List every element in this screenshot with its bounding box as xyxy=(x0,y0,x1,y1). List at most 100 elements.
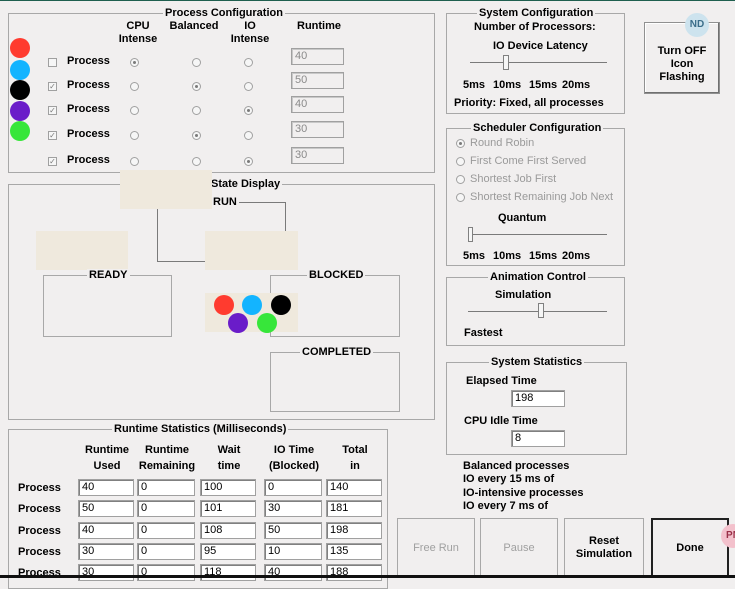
latency-label: IO Device Latency xyxy=(493,40,588,52)
process-row-label: Process xyxy=(67,55,110,67)
simulation-label: Simulation xyxy=(495,289,552,301)
process-runtime-field[interactable]: 40 xyxy=(291,96,344,113)
stats-column-header: Wait time xyxy=(217,444,241,472)
process-type-radio-io[interactable] xyxy=(244,131,253,140)
quantum-slider-track[interactable] xyxy=(468,234,607,235)
scheduler-option-radio[interactable] xyxy=(456,193,465,202)
done-button[interactable]: Done xyxy=(651,518,729,578)
process-runtime-field[interactable]: 30 xyxy=(291,121,344,138)
stats-cell: 50 xyxy=(264,522,322,539)
slider-tick-label: 10ms xyxy=(493,250,522,262)
slider-tick-label: 20ms xyxy=(562,250,591,262)
process-runtime-field[interactable]: 50 xyxy=(291,72,344,89)
stats-cell: 0 xyxy=(137,564,195,581)
process-type-radio-cpu[interactable] xyxy=(130,82,139,91)
process-type-radio-io[interactable] xyxy=(244,157,253,166)
window-top-edge xyxy=(0,0,735,1)
process-type-radio-balanced[interactable] xyxy=(192,157,201,166)
process-row-label: Process xyxy=(67,128,110,140)
reset-simulation-button[interactable]: Reset Simulation xyxy=(564,518,644,578)
process-row-label: Process xyxy=(67,154,110,166)
latency-slider-thumb[interactable] xyxy=(503,55,509,70)
process-type-radio-cpu[interactable] xyxy=(130,131,139,140)
process-type-radio-balanced[interactable] xyxy=(192,131,201,140)
free-run-button[interactable]: Free Run xyxy=(397,518,475,578)
process-enable-checkbox[interactable] xyxy=(48,58,57,67)
speed-slider-thumb[interactable] xyxy=(538,303,544,318)
process-enable-checkbox[interactable]: ✓ xyxy=(48,106,57,115)
scheduler-option-radio[interactable] xyxy=(456,139,465,148)
blocked-process-icon xyxy=(271,295,291,315)
stats-cell: 118 xyxy=(200,564,256,581)
state-display-title: State Display xyxy=(209,178,283,190)
ready-box xyxy=(43,275,172,337)
scheduler-title: Scheduler Configuration xyxy=(471,122,604,134)
blocked-process-icon xyxy=(242,295,262,315)
processors-label: Number of Processors: xyxy=(474,21,596,33)
pause-label: Pause xyxy=(503,541,535,554)
process-type-radio-balanced[interactable] xyxy=(192,82,201,91)
blocked-process-icon xyxy=(257,313,277,333)
stats-cell: 30 xyxy=(78,543,134,560)
slider-tick-label: 15ms xyxy=(529,250,558,262)
slider-tick-label: 20ms xyxy=(562,79,591,91)
completed-label: COMPLETED xyxy=(300,346,374,358)
process-type-radio-cpu[interactable] xyxy=(130,157,139,166)
process-type-radio-io[interactable] xyxy=(244,82,253,91)
turn-off-flashing-button[interactable]: Turn OFF Icon Flashing xyxy=(644,22,720,94)
process-config-title: Process Configuration xyxy=(163,7,285,19)
slider-tick-label: 5ms xyxy=(463,250,486,262)
process-color-icon xyxy=(10,38,30,58)
col-cpu-intense: CPU Intense xyxy=(118,20,158,45)
process-row-label: Process xyxy=(67,103,110,115)
run-label: RUN xyxy=(211,196,239,208)
blocked-transition-slot xyxy=(205,231,298,270)
stats-cell: 40 xyxy=(78,522,134,539)
process-type-radio-balanced[interactable] xyxy=(192,58,201,67)
process-type-radio-balanced[interactable] xyxy=(192,106,201,115)
quantum-slider-thumb[interactable] xyxy=(468,227,473,242)
stats-row-label: Process xyxy=(18,525,61,537)
runtime-stats-title: Runtime Statistics (Milliseconds) xyxy=(112,423,289,435)
animation-title: Animation Control xyxy=(488,271,588,283)
stats-row-label: Process xyxy=(18,567,61,579)
slider-tick-label: 15ms xyxy=(529,79,558,91)
scheduler-option-radio[interactable] xyxy=(456,175,465,184)
process-enable-checkbox[interactable]: ✓ xyxy=(48,131,57,140)
process-runtime-field[interactable]: 30 xyxy=(291,147,344,164)
process-color-icon xyxy=(10,80,30,100)
process-config-panel xyxy=(8,13,435,173)
system-config-title: System Configuration xyxy=(477,7,596,19)
stats-row-label: Process xyxy=(18,482,61,494)
stats-cell: 0 xyxy=(264,479,322,496)
priority-label: Priority: Fixed, all processes xyxy=(454,97,604,109)
col-runtime: Runtime xyxy=(297,20,341,32)
stats-cell: 181 xyxy=(326,500,382,517)
process-type-radio-cpu[interactable] xyxy=(130,106,139,115)
latency-slider-track[interactable] xyxy=(470,62,607,63)
stats-cell: 0 xyxy=(137,522,195,539)
process-type-radio-io[interactable] xyxy=(244,106,253,115)
stats-cell: 0 xyxy=(137,543,195,560)
col-io-intense: IO Intense xyxy=(230,20,270,45)
process-type-radio-cpu[interactable] xyxy=(130,58,139,67)
pause-button[interactable]: Pause xyxy=(480,518,558,578)
stats-cell: 40 xyxy=(264,564,322,581)
process-enable-checkbox[interactable]: ✓ xyxy=(48,157,57,166)
stats-cell: 30 xyxy=(78,564,134,581)
note-line-4: IO every 7 ms of xyxy=(463,500,548,512)
scheduler-option-radio[interactable] xyxy=(456,157,465,166)
scheduler-option-label: First Come First Served xyxy=(470,155,587,167)
process-type-radio-io[interactable] xyxy=(244,58,253,67)
done-label: Done xyxy=(676,541,704,554)
scheduler-option-label: Round Robin xyxy=(470,137,535,149)
note-line-3: IO-intensive processes xyxy=(463,487,584,499)
stats-column-header: Runtime Used xyxy=(85,444,129,472)
stats-row-label: Process xyxy=(18,546,61,558)
scheduler-option-label: Shortest Remaining Job Next xyxy=(470,191,614,203)
stats-cell: 50 xyxy=(78,500,134,517)
process-enable-checkbox[interactable]: ✓ xyxy=(48,82,57,91)
stats-column-header: Total in xyxy=(342,444,368,472)
turn-off-flashing-label: Turn OFF Icon Flashing xyxy=(657,44,707,83)
process-runtime-field[interactable]: 40 xyxy=(291,48,344,65)
